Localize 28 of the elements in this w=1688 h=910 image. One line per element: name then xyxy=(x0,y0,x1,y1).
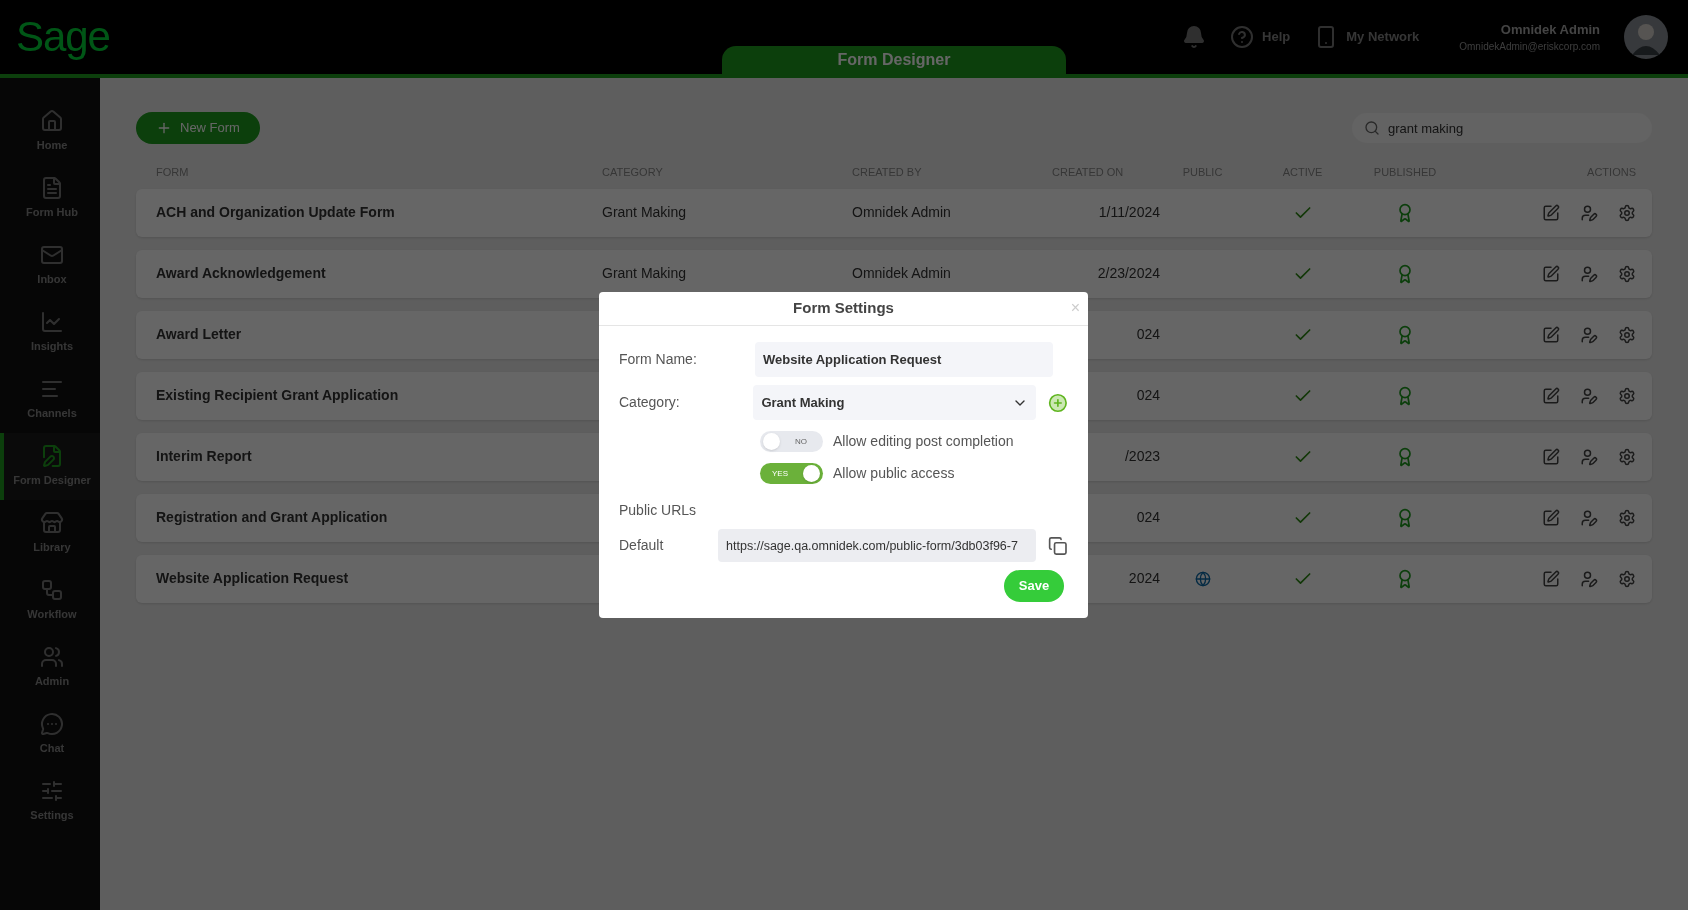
form-name-label: Form Name: xyxy=(619,350,698,369)
form-name-cell-text: Registration and Grant Application xyxy=(156,508,389,527)
form-name-cell-text: Website Application Request xyxy=(156,569,350,588)
user-email: OmnidekAdmin@eriskcorp.com xyxy=(1459,40,1600,55)
created-on-cell-text: 024 xyxy=(1136,325,1160,344)
created-on-cell-text: /2023 xyxy=(1124,447,1160,466)
public-urls-label: Public URLs xyxy=(619,501,698,520)
form-name-cell-text: Existing Recipient Grant Application xyxy=(156,386,400,405)
created-by-cell: Omnidek Admin xyxy=(852,204,951,220)
created-on-cell-text: 1/11/2024 xyxy=(1098,203,1160,222)
created-on-cell-text: 024 xyxy=(1136,386,1160,405)
created-on-cell-text: 2024 xyxy=(1128,569,1160,588)
created-by-cell: Omnidek Admin xyxy=(852,265,951,281)
user-name: Omnidek Admin xyxy=(1500,20,1600,39)
category-cell: Grant Making xyxy=(602,265,687,281)
form-name-cell-text: Interim Report xyxy=(156,447,253,466)
dialog-title: Form Settings xyxy=(793,298,894,319)
created-on-cell-text: 2/23/2024 xyxy=(1097,264,1160,283)
category-cell: Grant Making xyxy=(602,204,687,220)
form-name-cell-text: Award Letter xyxy=(156,325,243,344)
category-label: Category: xyxy=(619,393,681,412)
toggle-label: Allow public access xyxy=(833,464,955,483)
created-on-cell-text: 024 xyxy=(1136,508,1160,527)
default-label: Default xyxy=(619,536,665,555)
form-name-cell-text: ACH and Organization Update Form xyxy=(156,203,396,222)
sage-logo: Sage xyxy=(16,16,110,58)
form-name-cell-text: Award Acknowledgement xyxy=(156,264,327,283)
toggle-label: Allow editing post completion xyxy=(833,432,1014,451)
